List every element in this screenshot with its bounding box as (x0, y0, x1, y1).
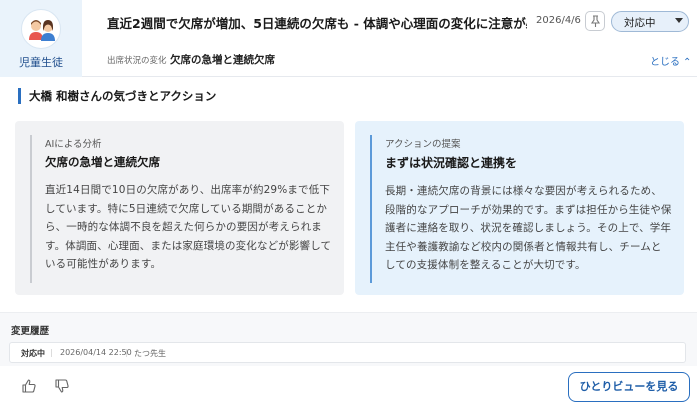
chevron-down-icon (675, 18, 683, 23)
student-category-label: 児童生徒 (19, 56, 63, 69)
thumbs-up-button[interactable] (21, 378, 37, 394)
alert-date: 2026/4/6 (536, 15, 581, 26)
thumbs-down-icon (55, 379, 69, 393)
ai-analysis-body: 直近14日間で10日の欠席があり、出席率が約29%まで低下しています。特に5日連… (45, 184, 332, 271)
ai-analysis-title: 欠席の急増と連続欠席 (45, 155, 160, 169)
history-timestamp: 2026/04/14 22:50 (60, 348, 132, 357)
children-avatar-icon (21, 9, 61, 49)
action-proposal-card: アクションの提案 まずは状況確認と連携を 長期・連続欠席の背景には様々な要因が考… (355, 121, 684, 295)
history-separator: | (50, 348, 53, 357)
chevron-up-icon: ⌃ (683, 57, 692, 68)
pin-button[interactable] (585, 11, 605, 31)
close-link[interactable]: とじる ⌃ (650, 53, 691, 68)
section-title: 大橋 和樹さんの気づきとアクション (18, 88, 216, 104)
change-history-title: 変更履歴 (11, 326, 50, 337)
ai-analysis-card: AIによる分析 欠席の急増と連続欠席 直近14日間で10日の欠席があり、出席率が… (15, 121, 344, 295)
history-separator: | (125, 348, 128, 357)
thumbs-down-button[interactable] (54, 378, 70, 394)
close-link-label: とじる (650, 57, 680, 68)
status-dropdown[interactable]: 対応中 (611, 11, 689, 32)
change-history: 変更履歴 対応中 | 2026/04/14 22:50 | たつ先生 (0, 312, 697, 366)
pin-icon (590, 15, 601, 27)
student-category-panel: 児童生徒 (0, 0, 82, 77)
history-entry: 対応中 | 2026/04/14 22:50 | たつ先生 (9, 342, 686, 363)
change-category-label: 出席状況の変化 (107, 56, 167, 66)
alert-header: 児童生徒 直近2週間で欠席が増加、5日連続の欠席も - 体調や心理面の変化に注意… (0, 0, 697, 77)
history-user: たつ先生 (134, 349, 166, 358)
action-proposal-body: 長期・連続欠席の背景には様々な要因が考えられるため、段階的なアプローチが効果的で… (385, 185, 672, 272)
alert-title: 直近2週間で欠席が増加、5日連続の欠席も - 体調や心理面の変化に注意が必要かも (107, 16, 527, 31)
ai-analysis-label: AIによる分析 (45, 139, 102, 150)
action-proposal-title: まずは状況確認と連携を (385, 156, 518, 170)
history-status: 対応中 (21, 349, 45, 358)
thumbs-up-icon (22, 379, 36, 393)
status-value: 対応中 (624, 17, 656, 29)
individual-view-button[interactable]: ひとりビューを見る (568, 372, 690, 402)
action-proposal-label: アクションの提案 (385, 139, 461, 150)
change-category-value: 欠席の急増と連続欠席 (170, 54, 275, 66)
